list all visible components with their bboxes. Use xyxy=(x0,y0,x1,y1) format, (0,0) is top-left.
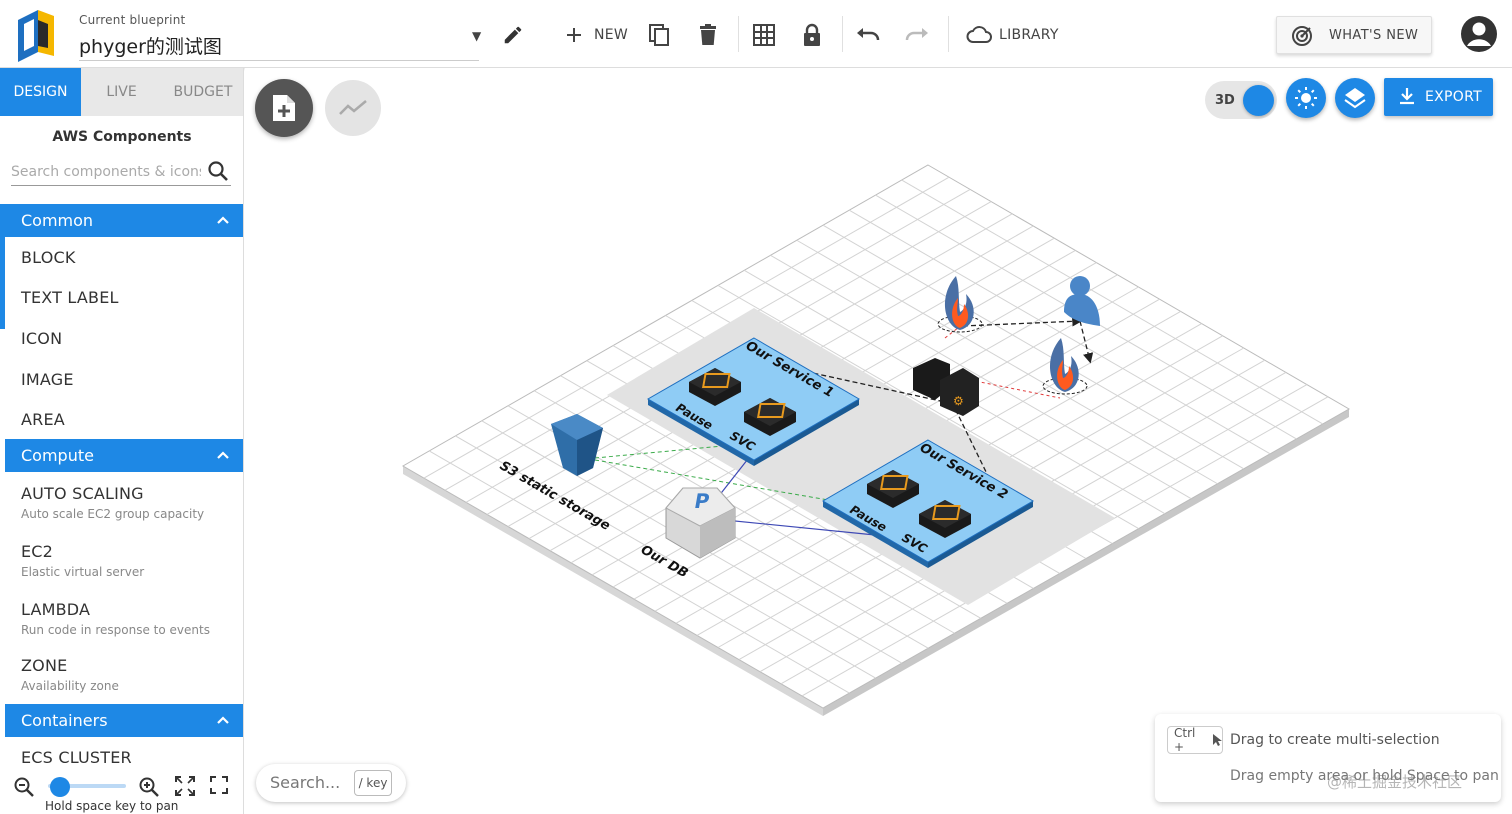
edit-pencil-icon[interactable] xyxy=(500,22,526,48)
layers-button[interactable] xyxy=(1335,78,1375,118)
zoom-controls: Hold space key to pan xyxy=(0,768,243,814)
component-ec2[interactable]: EC2 Elastic virtual server xyxy=(5,530,243,588)
ctrl-key-hint: Ctrl + xyxy=(1167,726,1223,754)
category-label: Common xyxy=(21,211,94,230)
blueprint-dropdown-icon[interactable]: ▼ xyxy=(472,29,481,43)
app-header: Current blueprint phyger的测试图 ▼ NEW LIBRA… xyxy=(0,0,1512,68)
component-text-label[interactable]: TEXT LABEL xyxy=(5,277,243,318)
zoom-in-icon[interactable] xyxy=(138,776,160,798)
category-common[interactable]: Common xyxy=(5,204,243,237)
components-panel: DESIGN LIVE BUDGET AWS Components Common… xyxy=(0,68,244,814)
component-list: Common BLOCK TEXT LABEL ICON IMAGE AREA … xyxy=(5,204,243,777)
component-icon[interactable]: ICON xyxy=(5,318,243,359)
isometric-diagram[interactable]: Our Service 1 Pause SVC Our Service 2 Pa… xyxy=(245,68,1512,814)
whats-new-label: WHAT'S NEW xyxy=(1329,28,1419,43)
new-file-icon xyxy=(273,95,295,121)
ctrl-key-label: Ctrl + xyxy=(1174,726,1196,754)
new-plus-icon[interactable] xyxy=(561,22,587,48)
category-label: Containers xyxy=(21,711,108,730)
whats-new-button[interactable]: WHAT'S NEW xyxy=(1276,16,1432,54)
tab-live[interactable]: LIVE xyxy=(81,68,162,116)
search-key-hint: / key xyxy=(354,770,392,796)
cloud-library-icon[interactable] xyxy=(966,22,992,48)
keyboard-hints: Ctrl + Drag to create multi-selection Dr… xyxy=(1155,714,1501,802)
component-auto-scaling[interactable]: AUTO SCALING Auto scale EC2 group capaci… xyxy=(5,472,243,530)
component-label: TEXT LABEL xyxy=(21,288,119,307)
lock-icon[interactable] xyxy=(799,22,825,48)
component-area[interactable]: AREA xyxy=(5,399,243,439)
delete-trash-icon[interactable] xyxy=(695,22,721,48)
canvas-search-input[interactable] xyxy=(270,773,356,792)
component-label: BLOCK xyxy=(21,248,76,267)
theme-toggle-button[interactable] xyxy=(1286,78,1326,118)
tab-design[interactable]: DESIGN xyxy=(0,68,81,116)
category-compute[interactable]: Compute xyxy=(5,439,243,472)
component-search-input[interactable] xyxy=(11,162,201,182)
chevron-up-icon[interactable] xyxy=(216,213,230,227)
component-lambda[interactable]: LAMBDA Run code in response to events xyxy=(5,588,243,646)
blueprint-label: Current blueprint xyxy=(79,13,186,27)
component-label: IMAGE xyxy=(21,370,74,389)
analytics-button[interactable] xyxy=(325,80,381,136)
fullscreen-icon[interactable] xyxy=(210,776,228,794)
component-description: Availability zone xyxy=(21,679,119,693)
toggle-3d-label: 3D xyxy=(1215,93,1235,108)
grid-icon[interactable] xyxy=(751,22,777,48)
undo-icon[interactable] xyxy=(855,22,881,48)
category-containers[interactable]: Containers xyxy=(5,704,243,737)
component-description: Run code in response to events xyxy=(21,623,210,637)
components-title: AWS Components xyxy=(52,129,192,145)
diagram-canvas[interactable]: Our Service 1 Pause SVC Our Service 2 Pa… xyxy=(245,68,1512,814)
component-label: LAMBDA xyxy=(21,600,91,619)
search-icon[interactable] xyxy=(207,160,229,182)
chevron-up-icon[interactable] xyxy=(216,448,230,462)
zoom-slider-thumb[interactable] xyxy=(49,777,70,797)
pan-hint: Hold space key to pan xyxy=(45,799,179,813)
layers-icon xyxy=(1344,88,1366,109)
new-button[interactable]: NEW xyxy=(594,27,628,43)
component-label: ICON xyxy=(21,329,63,348)
sun-icon xyxy=(1295,87,1317,109)
toggle-3d[interactable]: 3D xyxy=(1205,81,1277,119)
watermark: @稀土掘金技术社区 xyxy=(1327,773,1463,791)
component-description: Elastic virtual server xyxy=(21,565,145,579)
fit-screen-icon[interactable] xyxy=(175,776,195,796)
add-blueprint-button[interactable] xyxy=(255,79,313,137)
chevron-up-icon[interactable] xyxy=(216,713,230,727)
component-label: ZONE xyxy=(21,656,68,675)
toggle-3d-knob[interactable] xyxy=(1243,85,1274,116)
app-logo-icon[interactable] xyxy=(14,6,58,64)
export-label: EXPORT xyxy=(1425,89,1482,105)
copy-icon[interactable] xyxy=(646,22,672,48)
component-label: AREA xyxy=(21,410,65,429)
library-button[interactable]: LIBRARY xyxy=(999,27,1059,43)
radar-icon xyxy=(1292,26,1312,46)
redo-icon[interactable] xyxy=(904,22,930,48)
component-zone[interactable]: ZONE Availability zone xyxy=(5,646,243,704)
export-button[interactable]: EXPORT xyxy=(1384,78,1493,116)
zoom-out-icon[interactable] xyxy=(13,776,35,798)
component-label: EC2 xyxy=(21,542,54,561)
canvas-search: / key xyxy=(256,764,406,802)
mode-tabs: DESIGN LIVE BUDGET xyxy=(0,68,243,116)
component-search-field xyxy=(11,160,231,186)
gear-icon: ⚙ xyxy=(953,394,964,408)
cursor-icon xyxy=(1213,734,1222,746)
component-description: Auto scale EC2 group capacity xyxy=(21,507,205,521)
component-block[interactable]: BLOCK xyxy=(5,237,243,277)
toolbar-divider xyxy=(948,16,949,52)
toolbar-divider xyxy=(842,16,843,52)
trend-line-icon xyxy=(339,100,367,115)
component-image[interactable]: IMAGE xyxy=(5,359,243,399)
tab-budget[interactable]: BUDGET xyxy=(162,68,243,116)
download-icon xyxy=(1400,88,1414,105)
blueprint-name[interactable]: phyger的测试图 xyxy=(79,32,222,59)
multi-select-hint: Drag to create multi-selection xyxy=(1230,732,1440,748)
user-avatar-icon[interactable] xyxy=(1460,15,1498,53)
toolbar-divider xyxy=(738,16,739,52)
blueprint-underline xyxy=(79,60,479,61)
component-label: ECS CLUSTER xyxy=(21,748,132,767)
component-label: AUTO SCALING xyxy=(21,484,144,503)
category-label: Compute xyxy=(21,446,94,465)
